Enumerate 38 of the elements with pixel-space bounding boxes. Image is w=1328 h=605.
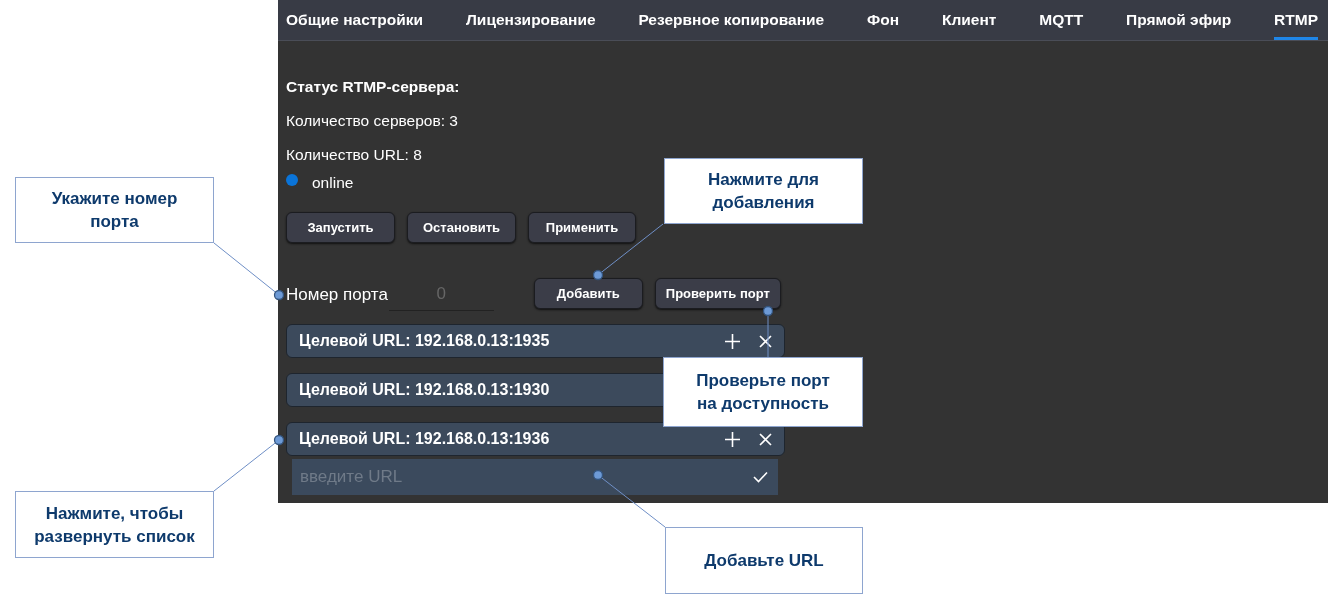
remove-button[interactable] xyxy=(757,332,774,350)
tab[interactable]: MQTT xyxy=(1039,0,1084,40)
tab[interactable]: RTMP xyxy=(1274,0,1318,40)
tab[interactable]: Резервное копирование xyxy=(638,0,825,40)
target-url-row[interactable]: Целевой URL: 192.168.0.13:1935 xyxy=(286,324,785,358)
hint-tooltip: Проверьте порт на доступность xyxy=(663,357,863,427)
tab[interactable]: Общие настройки xyxy=(286,0,424,40)
tab[interactable]: Клиент xyxy=(942,0,997,40)
leader-line xyxy=(762,305,774,358)
plus-icon xyxy=(724,430,741,448)
server-count: Количество серверов: 3 xyxy=(286,111,459,131)
hint-tooltip: Добавьте URL xyxy=(665,527,863,594)
close-icon xyxy=(759,334,772,348)
check-icon[interactable] xyxy=(753,471,768,483)
add-url-button[interactable] xyxy=(724,332,741,350)
add-button[interactable]: Добавить xyxy=(533,278,643,309)
port-label: Номер порта xyxy=(286,285,388,305)
tab[interactable]: Прямой эфир xyxy=(1126,0,1232,40)
plus-icon xyxy=(724,332,741,350)
tab[interactable]: Лицензирование xyxy=(466,0,596,40)
server-button[interactable]: Остановить xyxy=(407,212,516,243)
target-url-row[interactable]: Целевой URL: 192.168.0.13:1936 xyxy=(286,422,785,456)
tab[interactable]: Фон xyxy=(867,0,900,40)
server-button[interactable]: Запустить xyxy=(286,212,395,243)
close-icon xyxy=(759,432,772,446)
check-port-button[interactable]: Проверить порт xyxy=(654,278,781,309)
hint-tooltip: Нажмите для добавления xyxy=(664,158,863,224)
add-url-button[interactable] xyxy=(724,430,741,448)
leader-line xyxy=(213,242,285,301)
server-button[interactable]: Применить xyxy=(528,212,636,243)
target-url-text: Целевой URL: 192.168.0.13:1936 xyxy=(299,430,551,448)
remove-button[interactable] xyxy=(757,430,774,448)
leader-line xyxy=(213,434,285,492)
hint-tooltip: Укажите номер порта xyxy=(15,177,214,243)
hint-tooltip: Нажмите, чтобы развернуть список xyxy=(15,491,214,558)
status-text: online xyxy=(312,174,354,192)
target-url-text: Целевой URL: 192.168.0.13:1935 xyxy=(299,332,551,350)
status-title: Статус RTMP-сервера: xyxy=(286,77,461,97)
